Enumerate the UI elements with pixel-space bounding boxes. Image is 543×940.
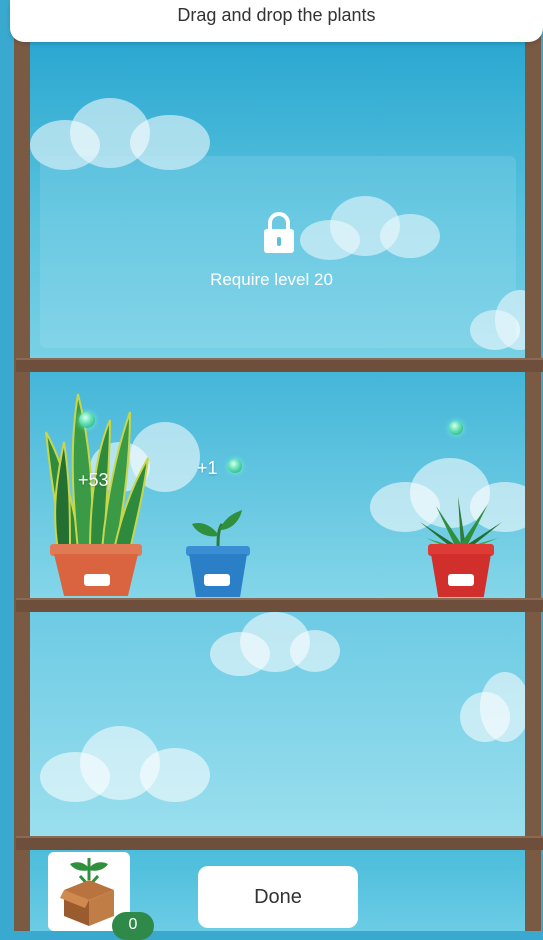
aloe-plant[interactable] xyxy=(418,492,504,597)
game-scene: Require level 20 +53 +1 Drag and drop th… xyxy=(0,0,543,940)
sprout-leaves-icon xyxy=(192,510,242,550)
water-drop-icon[interactable] xyxy=(79,412,95,428)
floating-score: +1 xyxy=(197,458,218,478)
floating-score: +53 xyxy=(78,470,109,490)
snake-plant[interactable] xyxy=(44,392,150,597)
left-wood-post xyxy=(14,0,30,931)
sprout-plant[interactable] xyxy=(184,508,252,597)
instruction-banner: Drag and drop the plants xyxy=(10,0,543,42)
water-drop-icon[interactable] xyxy=(228,459,242,473)
wood-shelf xyxy=(16,598,543,612)
aloe-leaves-icon xyxy=(420,496,502,548)
seed-count-badge: 0 xyxy=(112,912,154,940)
wood-shelf xyxy=(16,836,543,850)
pot-label xyxy=(84,574,110,586)
done-button[interactable]: Done xyxy=(198,866,358,928)
wood-shelf xyxy=(16,358,543,372)
seed-box-icon xyxy=(60,858,114,926)
water-drop-icon[interactable] xyxy=(449,421,463,435)
lock-icon xyxy=(264,212,294,253)
locked-message: Require level 20 xyxy=(210,270,333,289)
pot-label xyxy=(204,574,230,586)
instruction-text: Drag and drop the plants xyxy=(177,5,376,25)
right-wood-post xyxy=(525,0,541,931)
pot-label xyxy=(448,574,474,586)
empty-shelf-panel xyxy=(30,612,526,836)
